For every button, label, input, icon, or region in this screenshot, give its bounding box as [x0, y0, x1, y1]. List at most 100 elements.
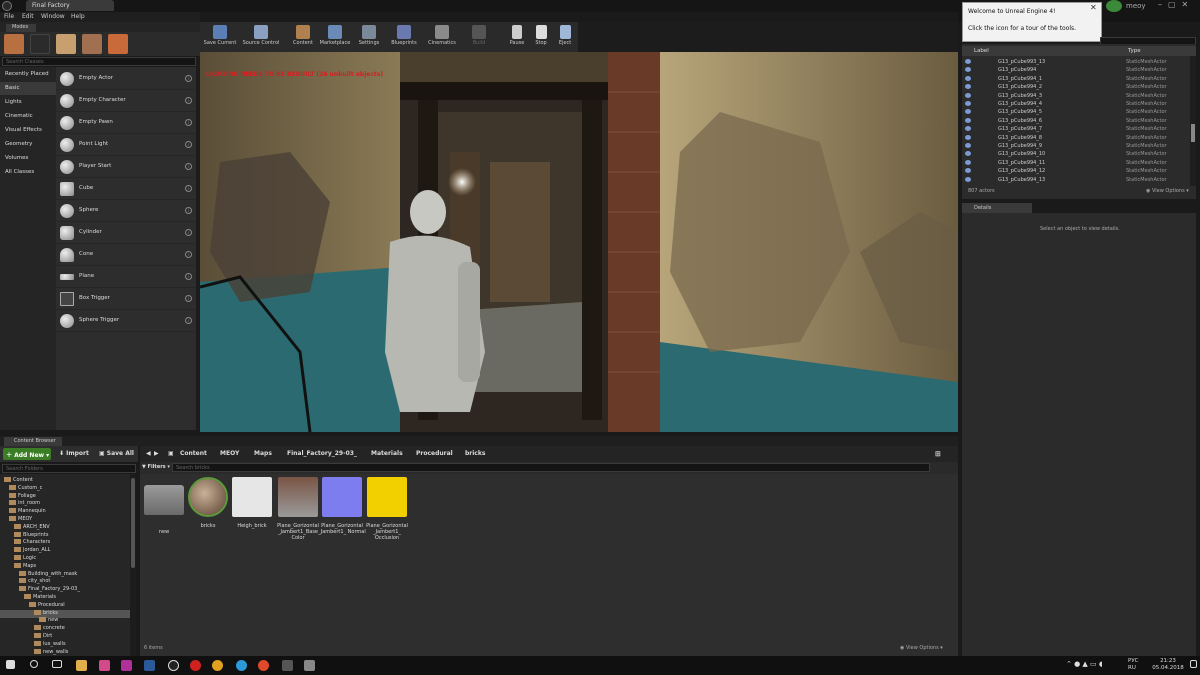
outliner-row[interactable]: G13_pCube994_7 StaticMeshActor	[962, 125, 1190, 133]
category-recently-placed[interactable]: Recently Placed	[0, 68, 56, 81]
breadcrumb-final-factory[interactable]: Final_Factory_29-03_	[287, 450, 357, 457]
placeable-cone[interactable]: Cone i	[56, 244, 196, 266]
tree-folder[interactable]: lux_walls	[0, 640, 130, 649]
eye-icon[interactable]	[965, 84, 971, 90]
outliner-row[interactable]: G13_pCube994_3 StaticMeshActor	[962, 92, 1190, 100]
tree-folder[interactable]: Characters	[0, 539, 130, 547]
eye-icon[interactable]	[965, 59, 971, 64]
eye-icon[interactable]	[965, 176, 971, 182]
outliner-scroll-thumb[interactable]	[1191, 124, 1195, 142]
eye-icon[interactable]	[965, 143, 971, 148]
geometry-mode-icon[interactable]	[108, 34, 128, 54]
breadcrumb-materials[interactable]: Materials	[371, 450, 403, 457]
placeable-sphere[interactable]: Sphere i	[56, 200, 196, 222]
eye-icon[interactable]	[965, 168, 971, 174]
welcome-tutorial-popup[interactable]: Welcome to Unreal Engine 4! Click the ic…	[962, 2, 1102, 42]
category-all-classes[interactable]: All Classes	[0, 166, 56, 179]
tree-folder[interactable]: Logic	[0, 555, 130, 563]
outliner-row[interactable]: G13_pCube994 StaticMeshActor	[962, 66, 1190, 74]
windows-start-icon[interactable]	[6, 660, 15, 669]
source-control-status-icon[interactable]	[1106, 0, 1122, 12]
tree-folder[interactable]: Procedural	[0, 601, 130, 610]
tree-folder[interactable]: Materials	[0, 594, 130, 602]
import-button[interactable]: ⬇ Import	[56, 448, 92, 460]
close-icon[interactable]: ✕	[1090, 3, 1097, 12]
breadcrumb-content[interactable]: Content	[180, 450, 207, 457]
category-basic[interactable]: Basic	[0, 82, 56, 95]
asset-occlusion[interactable]: Plane_Gorizontal _Jambert1_ Occlusion	[366, 477, 408, 541]
tree-folder[interactable]: Final_Factory_29-03_	[0, 586, 130, 594]
view-options-button[interactable]: ◉ View Options ▾	[900, 645, 943, 651]
language-indicator[interactable]: РУС RU	[1128, 658, 1139, 672]
outliner-scrollbar[interactable]	[1190, 56, 1196, 186]
eye-icon[interactable]	[965, 92, 971, 98]
tree-folder[interactable]: new	[0, 617, 130, 625]
asset-folder-new[interactable]: new	[144, 477, 184, 537]
placeable-empty-actor[interactable]: Empty Actor i	[56, 68, 196, 90]
search-folders-input[interactable]: Search Folders	[2, 464, 136, 473]
eye-icon[interactable]	[965, 75, 971, 81]
paint-mode-icon[interactable]	[30, 34, 50, 54]
label-column-header[interactable]: Label	[974, 48, 989, 54]
tree-folder[interactable]: Foliage	[0, 492, 130, 501]
lock-icon[interactable]: ⊞	[935, 450, 941, 458]
outliner-row[interactable]: G13_pCube994_1 StaticMeshActor	[962, 75, 1190, 83]
tree-folder[interactable]: Mannequin	[0, 508, 130, 516]
system-tray-icons[interactable]: ⌃ ● ▲ ▭ ◖	[1066, 660, 1126, 671]
content-browser-tab[interactable]: Content Browser	[4, 437, 62, 446]
telegram-icon[interactable]	[236, 660, 247, 671]
outliner-row[interactable]: G13_pCube993_13 StaticMeshActor	[962, 58, 1190, 66]
system-clock[interactable]: 21:23 05.04.2018	[1148, 658, 1188, 672]
eject-button[interactable]: Eject	[554, 22, 576, 52]
outliner-row[interactable]: G13_pCube994_4 StaticMeshActor	[962, 100, 1190, 108]
level-tab[interactable]: Final Factory	[26, 0, 114, 11]
opera-icon[interactable]	[190, 660, 201, 671]
save-current-button[interactable]: Save Current	[202, 22, 238, 52]
outliner-row[interactable]: G13_pCube994_12 StaticMeshActor	[962, 167, 1190, 175]
filters-button[interactable]: ▼ Filters ▾	[142, 464, 170, 470]
placeable-plane[interactable]: Plane i	[56, 266, 196, 288]
category-volumes[interactable]: Volumes	[0, 152, 56, 165]
outliner-row[interactable]: G13_pCube994_11 StaticMeshActor	[962, 159, 1190, 167]
placeable-empty-character[interactable]: Empty Character i	[56, 90, 196, 112]
outliner-row[interactable]: G13_pCube994_8 StaticMeshActor	[962, 134, 1190, 142]
window-controls[interactable]: –▢✕	[1158, 0, 1200, 12]
eye-icon[interactable]	[965, 67, 971, 73]
tree-folder[interactable]: Custom_c	[0, 484, 130, 493]
placeable-player-start[interactable]: Player Start i	[56, 156, 196, 178]
stop-button[interactable]: Stop	[530, 22, 552, 52]
marketplace-button[interactable]: Marketplace	[318, 22, 352, 52]
search-classes-input[interactable]: Search Classes	[2, 57, 196, 66]
indesign-icon[interactable]	[121, 660, 132, 671]
outliner-view-options-button[interactable]: ◉ View Options ▾	[1146, 188, 1189, 194]
asset-bricks[interactable]: bricks	[188, 477, 228, 537]
record-app-icon[interactable]	[258, 660, 269, 671]
unreal-engine-icon[interactable]	[168, 660, 179, 671]
eye-icon[interactable]	[965, 159, 971, 165]
asset-heigh-brick[interactable]: Heigh_brick	[232, 477, 272, 537]
tree-folder[interactable]: Blueprints	[0, 531, 130, 540]
placeable-box-trigger[interactable]: Box Trigger i	[56, 288, 196, 310]
forward-icon[interactable]: ▶	[154, 450, 159, 457]
photoshop-icon[interactable]	[144, 660, 155, 671]
eye-icon[interactable]	[965, 134, 971, 140]
cinematics-button[interactable]: Cinematics	[426, 22, 458, 52]
placeable-empty-pawn[interactable]: Empty Pawn i	[56, 112, 196, 134]
menu-help[interactable]: Help	[71, 13, 85, 20]
tree-folder[interactable]: city_shot	[0, 578, 130, 586]
asset-normal[interactable]: Plane_Gorizontal _Jambert1_ Normal	[318, 477, 366, 537]
tree-folder[interactable]: MEOY	[0, 516, 130, 524]
placeable-cylinder[interactable]: Cylinder i	[56, 222, 196, 244]
outliner-row[interactable]: G13_pCube994_10 StaticMeshActor	[962, 150, 1190, 158]
tree-folder[interactable]: Jordan_ALL	[0, 547, 130, 555]
details-tab[interactable]: Details	[962, 203, 1032, 213]
breadcrumb-bricks[interactable]: bricks	[465, 450, 485, 457]
back-icon[interactable]: ◀	[146, 450, 151, 457]
pause-button[interactable]: Pause	[505, 22, 529, 52]
search-assets-input[interactable]: Search bricks	[172, 463, 930, 472]
settings-button[interactable]: Settings	[356, 22, 382, 52]
outliner-row[interactable]: G13_pCube994_9 StaticMeshActor	[962, 142, 1190, 150]
menu-window[interactable]: Window	[41, 13, 65, 20]
place-mode-icon[interactable]	[4, 34, 24, 54]
tree-folder[interactable]: Building_with_mask	[0, 570, 130, 579]
